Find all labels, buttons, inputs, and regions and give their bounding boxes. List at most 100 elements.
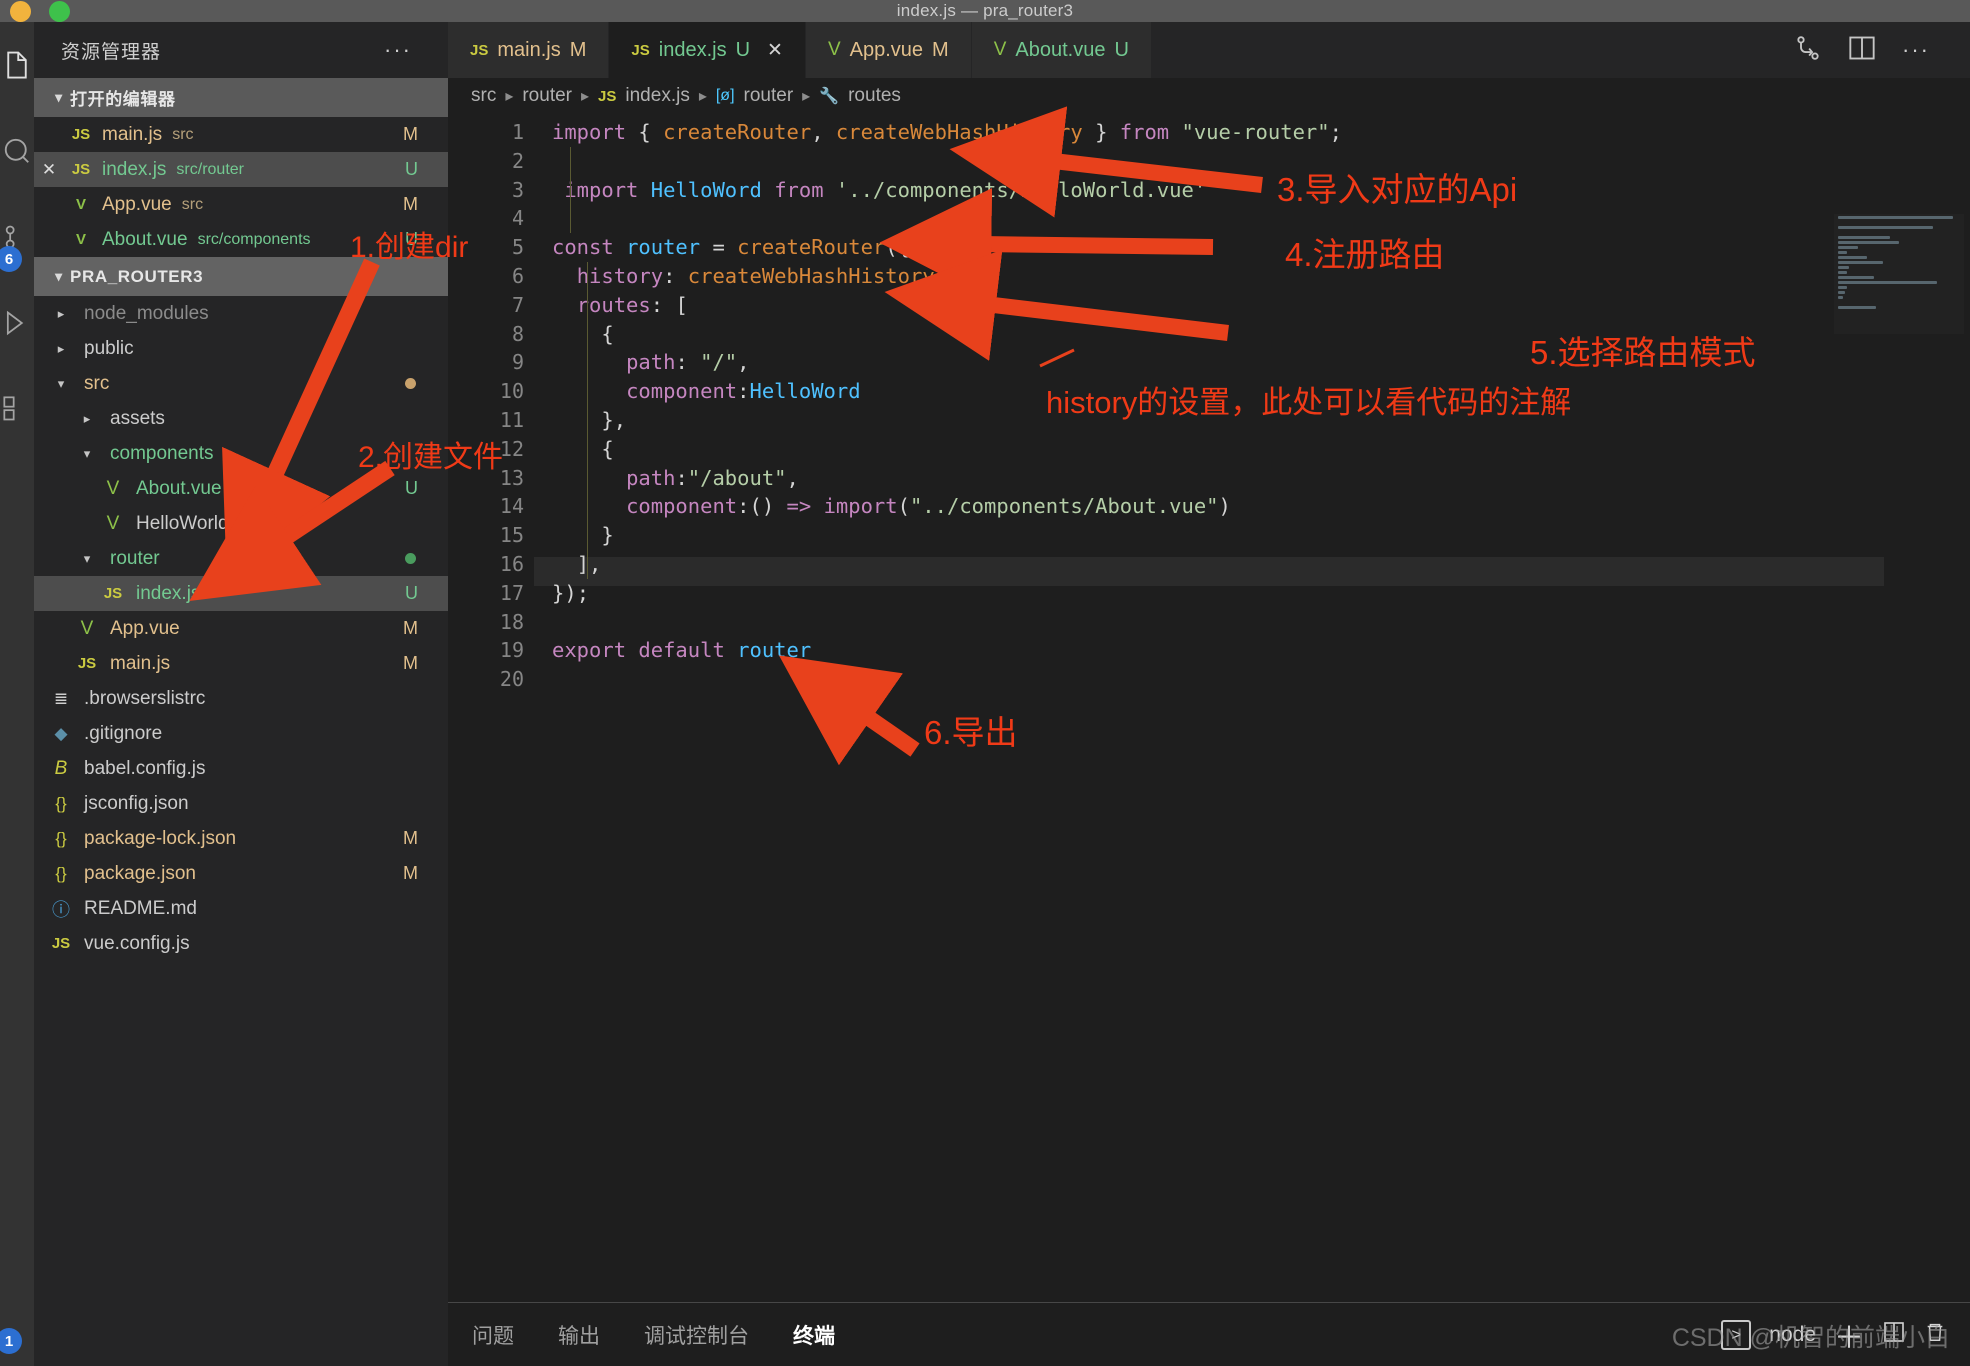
- tree-file[interactable]: Bbabel.config.js: [34, 751, 448, 786]
- code-line[interactable]: [552, 608, 564, 637]
- minimap[interactable]: [1834, 214, 1964, 334]
- code-line[interactable]: import HelloWord from '../components/Hel…: [552, 176, 1206, 205]
- tree-file[interactable]: JS vue.config.js: [34, 926, 448, 961]
- chevron-right-icon[interactable]: ▸: [72, 411, 102, 427]
- code-line[interactable]: history: createWebHashHistory(),: [552, 262, 972, 291]
- code-line[interactable]: [552, 204, 564, 233]
- git-status-badge: U: [405, 583, 418, 603]
- editor-tab[interactable]: V App.vue M: [805, 22, 972, 78]
- breadcrumb-item-file[interactable]: index.js: [625, 85, 689, 107]
- breadcrumb-item-src[interactable]: src: [471, 85, 496, 107]
- editor-more-actions-icon[interactable]: ···: [1902, 37, 1944, 63]
- chevron-right-icon[interactable]: ▸: [46, 341, 76, 357]
- chevron-down-icon: ▾: [55, 268, 63, 284]
- minimap-line: [1838, 266, 1849, 269]
- tree-folder[interactable]: ▸ assets: [34, 401, 448, 436]
- tree-file[interactable]: JS main.js M: [34, 646, 448, 681]
- open-editor-item[interactable]: JS main.js src M: [34, 117, 448, 152]
- git-status-badge: M: [403, 863, 418, 883]
- chevron-right-icon[interactable]: ▸: [46, 306, 76, 322]
- project-name-label: PRA_ROUTER3: [70, 266, 204, 286]
- breadcrumb-item-symbol-routes[interactable]: routes: [848, 85, 901, 107]
- code-line[interactable]: path: "/",: [552, 348, 749, 377]
- panel-tab[interactable]: 输出: [558, 1320, 600, 1350]
- code-line[interactable]: });: [552, 579, 589, 608]
- run-debug-icon[interactable]: [0, 280, 34, 366]
- breadcrumb-item-router[interactable]: router: [522, 85, 572, 107]
- code-line[interactable]: {: [552, 435, 613, 464]
- maximize-window-button[interactable]: [49, 1, 70, 22]
- breadcrumb[interactable]: src ▸ router ▸ JS index.js ▸ [ø] router …: [448, 78, 1970, 114]
- window-traffic-lights[interactable]: [10, 1, 70, 22]
- tree-folder[interactable]: ▾ src: [34, 366, 448, 401]
- code-line[interactable]: ],: [552, 550, 602, 579]
- chevron-down-icon[interactable]: ▾: [72, 551, 102, 567]
- chevron-down-icon[interactable]: ▾: [46, 376, 76, 392]
- code-line[interactable]: path:"/about",: [552, 464, 799, 493]
- activity-bar-bottom[interactable]: 1: [0, 1314, 34, 1360]
- editor-tab[interactable]: JS main.js M: [448, 22, 610, 78]
- code-line[interactable]: [552, 665, 564, 694]
- extensions-icon[interactable]: [0, 366, 34, 452]
- code-line[interactable]: routes: [: [552, 291, 688, 320]
- code-line[interactable]: import { createRouter, createWebHashHist…: [552, 118, 1342, 147]
- minimize-window-button[interactable]: [10, 1, 31, 22]
- accounts-icon[interactable]: 1: [0, 1314, 34, 1360]
- explorer-icon[interactable]: [0, 22, 34, 108]
- breadcrumb-item-symbol-router[interactable]: router: [744, 85, 794, 107]
- code-content[interactable]: 1 import { createRouter, createWebHashHis…: [448, 114, 1970, 691]
- code-line[interactable]: component:HelloWord: [552, 377, 861, 406]
- close-icon[interactable]: ✕: [34, 160, 64, 180]
- code-line[interactable]: component:() => import("../components/Ab…: [552, 492, 1231, 521]
- editor-tab-actions[interactable]: ···: [1794, 22, 1970, 78]
- vue-icon: V: [75, 196, 86, 213]
- panel-tab[interactable]: 调试控制台: [644, 1320, 749, 1350]
- js-icon: JS: [71, 126, 91, 143]
- code-line[interactable]: export default router: [552, 636, 811, 665]
- tree-folder[interactable]: ▸ public: [34, 331, 448, 366]
- source-control-badge: 6: [0, 246, 22, 272]
- tree-file[interactable]: {} jsconfig.json: [34, 786, 448, 821]
- close-icon[interactable]: ✕: [767, 39, 783, 62]
- activity-bar[interactable]: 6 1: [0, 22, 34, 1366]
- open-editor-item[interactable]: ✕ JS index.js src/router U: [34, 152, 448, 187]
- search-icon[interactable]: [0, 108, 34, 194]
- tree-file[interactable]: ⓘ README.md: [34, 891, 448, 926]
- open-editors-header[interactable]: ▾ 打开的编辑器: [34, 78, 448, 117]
- tree-file[interactable]: V HelloWorld.vue: [34, 506, 448, 541]
- tree-folder[interactable]: ▸ node_modules: [34, 296, 448, 331]
- editor-tab[interactable]: JS index.js U ✕: [609, 22, 806, 78]
- js-icon: JS: [71, 161, 91, 178]
- tree-item-label: About.vue: [136, 477, 222, 499]
- tree-file[interactable]: JS index.js U: [34, 576, 448, 611]
- bottom-badge: 1: [0, 1328, 22, 1354]
- tree-file[interactable]: V About.vue U: [34, 471, 448, 506]
- tree-file[interactable]: ≣ .browserslistrc: [34, 681, 448, 716]
- split-compare-icon[interactable]: [1794, 34, 1822, 67]
- split-editor-icon[interactable]: [1848, 35, 1876, 66]
- source-control-icon[interactable]: 6: [0, 194, 34, 280]
- code-editor[interactable]: 1 import { createRouter, createWebHashHis…: [448, 114, 1970, 1294]
- json-icon: {}: [55, 828, 67, 848]
- code-line[interactable]: [552, 147, 564, 176]
- line-number: 11: [499, 408, 524, 432]
- tree-file[interactable]: V App.vue M: [34, 611, 448, 646]
- sidebar-more-actions-icon[interactable]: ···: [384, 37, 426, 63]
- minimap-line: [1838, 256, 1867, 259]
- tree-folder[interactable]: ▾ router: [34, 541, 448, 576]
- chevron-down-icon[interactable]: ▾: [72, 446, 102, 462]
- tree-file[interactable]: {} package.json M: [34, 856, 448, 891]
- code-line[interactable]: {: [552, 320, 613, 349]
- code-line[interactable]: }: [552, 521, 613, 550]
- line-number: 10: [499, 379, 524, 404]
- panel-tab[interactable]: 问题: [472, 1320, 514, 1350]
- code-line[interactable]: },: [552, 406, 626, 435]
- tree-file[interactable]: ◆ .gitignore: [34, 716, 448, 751]
- panel-tab-list: 问题 输出 调试控制台 终端: [448, 1320, 835, 1350]
- panel-tab[interactable]: 终端: [793, 1320, 835, 1350]
- tree-file[interactable]: {} package-lock.json M: [34, 821, 448, 856]
- open-editor-item[interactable]: V App.vue src M: [34, 187, 448, 222]
- code-line[interactable]: const router = createRouter({: [552, 233, 910, 262]
- editor-tab[interactable]: V About.vue U: [971, 22, 1152, 78]
- json-icon: {}: [55, 863, 67, 883]
